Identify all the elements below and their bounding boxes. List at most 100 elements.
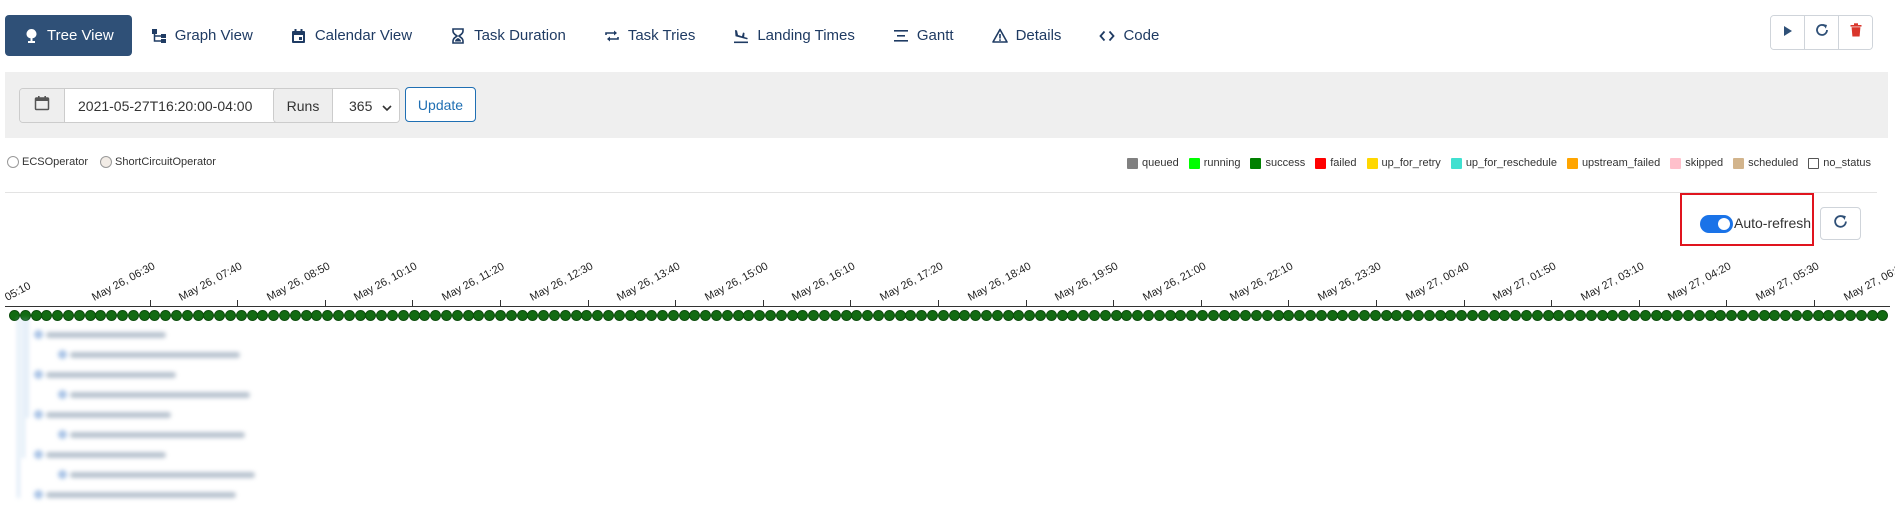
dag-run-circle[interactable] — [624, 310, 636, 321]
dag-run-circle[interactable] — [894, 310, 906, 321]
dag-run-circle[interactable] — [538, 310, 550, 321]
dag-run-circle[interactable] — [1737, 310, 1748, 321]
dag-run-circle[interactable] — [883, 310, 895, 321]
dag-run-circle[interactable] — [1866, 310, 1878, 321]
dag-run-circle[interactable] — [592, 310, 604, 321]
dag-run-circle[interactable] — [1337, 310, 1349, 321]
dag-run-circle[interactable] — [1423, 310, 1435, 321]
dag-run-circle[interactable] — [711, 310, 722, 321]
dag-run-circle[interactable] — [775, 310, 787, 321]
dag-run-circle[interactable] — [613, 310, 625, 321]
dag-run-circle[interactable] — [1596, 310, 1608, 321]
calendar-picker-button[interactable] — [20, 89, 65, 122]
dag-run-circle[interactable] — [1078, 310, 1090, 321]
dag-run-circle[interactable] — [786, 310, 798, 321]
dag-run-circle[interactable] — [397, 310, 409, 321]
dag-run-circle[interactable] — [527, 310, 539, 321]
dag-run-circle[interactable] — [1218, 310, 1230, 321]
dag-run-circle[interactable] — [1704, 310, 1716, 321]
dag-run-circle[interactable] — [743, 310, 755, 321]
dag-run-circle[interactable] — [441, 310, 452, 321]
dag-run-circle[interactable] — [484, 310, 496, 321]
dag-run-circle[interactable] — [1715, 310, 1727, 321]
dag-run-circle[interactable] — [1855, 310, 1867, 321]
dag-run-circle[interactable] — [1683, 310, 1694, 321]
dag-run-circle[interactable] — [495, 310, 506, 321]
dag-run-circle[interactable] — [1564, 310, 1576, 321]
tab-code[interactable]: Code — [1080, 15, 1178, 56]
dag-run-circle[interactable] — [1477, 310, 1489, 321]
dag-run-circle[interactable] — [1089, 310, 1100, 321]
dag-run-circle[interactable] — [268, 310, 280, 321]
dag-run-circle[interactable] — [354, 310, 366, 321]
dag-run-circle[interactable] — [581, 310, 593, 321]
dag-run-circle[interactable] — [1067, 310, 1079, 321]
base-date-input[interactable]: 2021-05-27T16:20:00-04:00 — [65, 89, 280, 122]
dag-run-circle[interactable] — [862, 310, 874, 321]
tab-tree-view[interactable]: Tree View — [5, 15, 132, 56]
dag-run-circle[interactable] — [1467, 310, 1478, 321]
dag-run-circle[interactable] — [387, 310, 398, 321]
dag-run-circle[interactable] — [1618, 310, 1630, 321]
dag-run-circle[interactable] — [1510, 310, 1522, 321]
dag-run-circle[interactable] — [603, 310, 614, 321]
dag-run-circle[interactable] — [311, 310, 323, 321]
dag-run-circle[interactable] — [1812, 310, 1824, 321]
dag-run-circle[interactable] — [1229, 310, 1241, 321]
dag-run-circle[interactable] — [829, 310, 841, 321]
dag-run-circle[interactable] — [1791, 310, 1802, 321]
dag-run-circle[interactable] — [257, 310, 269, 321]
dag-run-circle[interactable] — [991, 310, 1003, 321]
dag-run-circle[interactable] — [981, 310, 992, 321]
dag-run-circle[interactable] — [1575, 310, 1586, 321]
dag-run-circle[interactable] — [333, 310, 344, 321]
dag-run-circle[interactable] — [667, 310, 679, 321]
dag-run-circle[interactable] — [1045, 310, 1057, 321]
dag-run-circle[interactable] — [1758, 310, 1770, 321]
dag-run-circle[interactable] — [1629, 310, 1640, 321]
dag-run-circle[interactable] — [1153, 310, 1165, 321]
dag-run-circle[interactable] — [1348, 310, 1360, 321]
dag-run-circle[interactable] — [343, 310, 355, 321]
dag-run-circle[interactable] — [970, 310, 982, 321]
dag-run-circle[interactable] — [1456, 310, 1468, 321]
dag-run-circle[interactable] — [549, 310, 560, 321]
dag-run-circle[interactable] — [1143, 310, 1154, 321]
dag-run-circle[interactable] — [1780, 310, 1792, 321]
dag-run-circle[interactable] — [797, 310, 809, 321]
dag-run-circle[interactable] — [289, 310, 301, 321]
auto-refresh-toggle[interactable] — [1700, 215, 1733, 233]
dag-run-circle[interactable] — [873, 310, 884, 321]
dag-run-circle[interactable] — [1175, 310, 1187, 321]
dag-run-circle[interactable] — [1661, 310, 1673, 321]
dag-run-circle[interactable] — [1834, 310, 1846, 321]
dag-run-circle[interactable] — [1380, 310, 1392, 321]
dag-run-circle[interactable] — [1110, 310, 1122, 321]
dag-run-circle[interactable] — [1434, 310, 1446, 321]
dag-run-circle[interactable] — [905, 310, 917, 321]
dag-run-circle[interactable] — [657, 310, 668, 321]
tab-task-tries[interactable]: Task Tries — [585, 15, 715, 56]
dag-run-circle[interactable] — [721, 310, 733, 321]
dag-run-circle[interactable] — [1024, 310, 1036, 321]
dag-run-circle[interactable] — [1251, 310, 1262, 321]
dag-run-circle[interactable] — [646, 310, 658, 321]
dag-run-circle[interactable] — [1747, 310, 1759, 321]
dag-run-circle[interactable] — [1035, 310, 1046, 321]
dag-run-circle[interactable] — [1121, 310, 1133, 321]
dag-run-circle[interactable] — [505, 310, 517, 321]
dag-run-circle[interactable] — [1445, 310, 1457, 321]
dag-run-circle[interactable] — [451, 310, 463, 321]
dag-run-circle[interactable] — [1542, 310, 1554, 321]
dag-run-circle[interactable] — [1164, 310, 1176, 321]
dag-run-circle[interactable] — [819, 310, 830, 321]
dag-run-circle[interactable] — [1391, 310, 1403, 321]
dag-run-circle[interactable] — [808, 310, 820, 321]
dag-run-circle[interactable] — [1002, 310, 1014, 321]
dag-run-circle[interactable] — [1326, 310, 1338, 321]
dag-run-circle[interactable] — [570, 310, 582, 321]
dag-run-circle[interactable] — [1132, 310, 1144, 321]
dag-run-circle[interactable] — [1499, 310, 1511, 321]
dag-run-circle[interactable] — [1521, 310, 1532, 321]
dag-run-circle[interactable] — [1099, 310, 1111, 321]
